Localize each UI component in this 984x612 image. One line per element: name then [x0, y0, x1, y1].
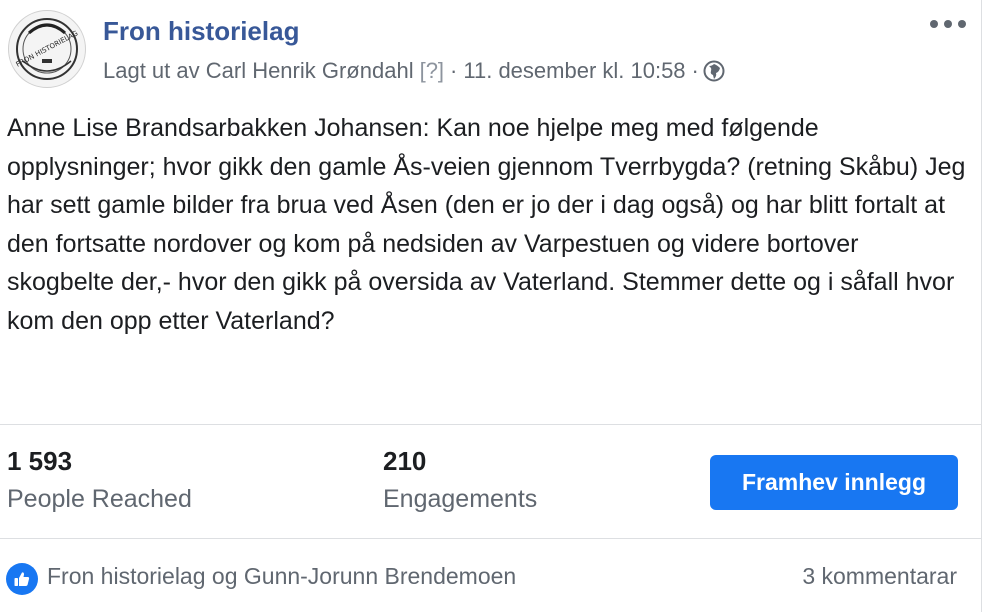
footer-divider [0, 538, 982, 539]
avatar-logo-icon: FRON HISTORIELAG [15, 18, 79, 80]
comments-count-link[interactable]: 3 kommentarar [802, 563, 957, 590]
engagements-count: 210 [383, 446, 427, 476]
meta-separator: · [450, 58, 458, 83]
people-reached-label: People Reached [7, 485, 192, 513]
engagements-label: Engagements [383, 485, 538, 513]
posted-by-text[interactable]: Lagt ut av Carl Henrik Grøndahl [103, 58, 414, 84]
post-text: Anne Lise Brandsarbakken Johansen: Kan n… [7, 114, 966, 335]
globe-icon[interactable] [703, 60, 725, 82]
likers-link[interactable]: Fron historielag og Gunn-Jorunn Brendemo… [47, 563, 516, 590]
page-avatar[interactable]: FRON HISTORIELAG [8, 10, 86, 88]
timestamp-link[interactable]: 11. desember kl. 10:58 [463, 58, 685, 84]
more-options-button[interactable] [930, 14, 966, 34]
people-reached-count: 1 593 [7, 446, 73, 476]
stats-divider [0, 424, 982, 425]
meta-separator-2: · [691, 58, 699, 83]
boost-post-button[interactable]: Framhev innlegg [710, 455, 958, 510]
unknown-tag: [?] [419, 58, 445, 83]
post-card: FRON HISTORIELAG Fron historielag Lagt u… [0, 0, 982, 612]
post-meta: Lagt ut av Carl Henrik Grøndahl [?] · 11… [103, 58, 725, 84]
more-dots-icon [930, 20, 938, 28]
thumbs-up-icon[interactable] [6, 563, 38, 595]
page-name-link[interactable]: Fron historielag [103, 16, 299, 47]
